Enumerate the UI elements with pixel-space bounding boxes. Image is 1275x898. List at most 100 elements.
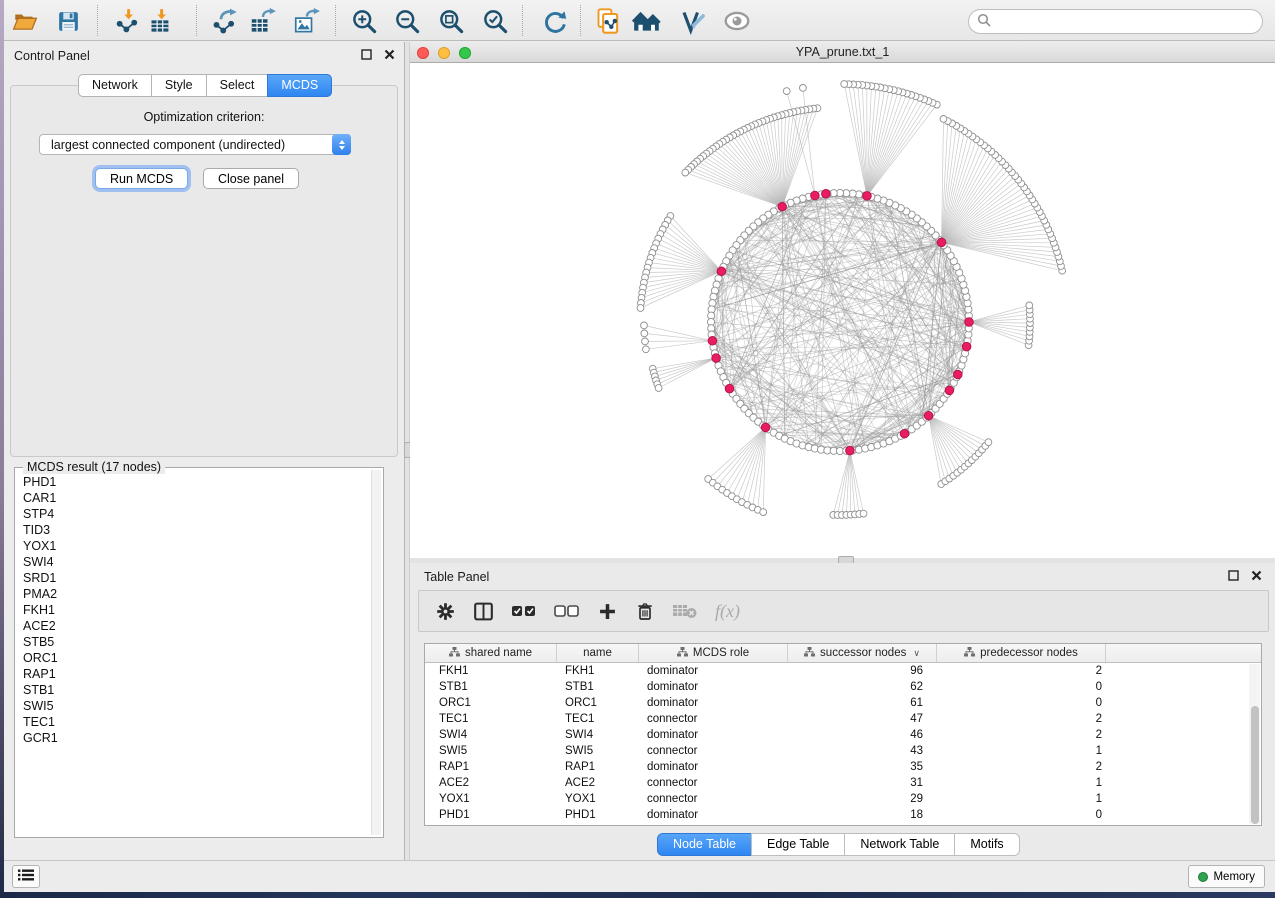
run-mcds-button[interactable]: Run MCDS xyxy=(95,168,188,189)
add-column-icon[interactable] xyxy=(597,596,618,626)
mcds-result-item[interactable]: FKH1 xyxy=(17,602,370,618)
table-row[interactable]: TEC1TEC1connector472 xyxy=(425,711,1261,727)
tab-network-table[interactable]: Network Table xyxy=(844,833,954,856)
memory-label: Memory xyxy=(1213,871,1255,883)
mcds-result-title: MCDS result (17 nodes) xyxy=(23,460,165,474)
refresh-view-icon[interactable] xyxy=(540,7,570,35)
table-row[interactable]: SWI5SWI5connector431 xyxy=(425,743,1261,759)
delete-table-icon[interactable] xyxy=(672,596,698,626)
table-row[interactable]: STB1STB1dominator620 xyxy=(425,679,1261,695)
tab-style[interactable]: Style xyxy=(151,74,206,97)
network-window-titlebar[interactable]: YPA_prune.txt_1 xyxy=(410,42,1275,63)
zoom-in-icon[interactable] xyxy=(349,7,379,35)
node-table: shared namenameMCDS rolesuccessor nodes∨… xyxy=(424,643,1262,826)
mcds-result-item[interactable]: SRD1 xyxy=(17,570,370,586)
tab-select[interactable]: Select xyxy=(206,74,268,97)
cell-predecessor-nodes: 1 xyxy=(937,793,1106,805)
memory-button[interactable]: Memory xyxy=(1188,865,1265,888)
open-file-icon[interactable] xyxy=(10,7,40,35)
export-table-icon[interactable] xyxy=(248,7,278,35)
import-network-icon[interactable] xyxy=(112,7,142,35)
tab-network[interactable]: Network xyxy=(78,74,151,97)
cell-MCDS-role: connector xyxy=(639,745,788,757)
table-scrollbar[interactable] xyxy=(1249,664,1260,824)
mcds-result-item[interactable]: TEC1 xyxy=(17,714,370,730)
network-overview-icon[interactable] xyxy=(632,7,662,35)
mcds-result-item[interactable]: SWI5 xyxy=(17,698,370,714)
search-input[interactable] xyxy=(997,15,1262,29)
tab-edge-table[interactable]: Edge Table xyxy=(751,833,844,856)
table-row[interactable]: SWI4SWI4dominator462 xyxy=(425,727,1261,743)
column-layout-icon[interactable] xyxy=(473,596,494,626)
zoom-out-icon[interactable] xyxy=(392,7,422,35)
table-row[interactable]: ACE2ACE2connector311 xyxy=(425,775,1261,791)
column-header-shared-name[interactable]: shared name xyxy=(425,644,557,662)
zoom-fit-icon[interactable] xyxy=(436,7,466,35)
function-builder-icon[interactable]: f(x) xyxy=(715,596,740,626)
column-header-successor-nodes[interactable]: successor nodes∨ xyxy=(788,644,937,662)
mcds-result-item[interactable]: GCR1 xyxy=(17,730,370,746)
table-row[interactable]: FKH1FKH1dominator962 xyxy=(425,663,1261,679)
cell-shared-name: SWI5 xyxy=(425,745,557,757)
table-row[interactable]: ORC1ORC1dominator610 xyxy=(425,695,1261,711)
export-network-icon[interactable] xyxy=(210,7,240,35)
select-all-columns-icon[interactable] xyxy=(511,596,537,626)
mcds-result-item[interactable]: STB1 xyxy=(17,682,370,698)
control-panel-tabs: NetworkStyleSelectMCDS xyxy=(78,74,332,97)
cell-name: PHD1 xyxy=(557,809,639,821)
desktop-wallpaper-bottom xyxy=(0,891,1275,898)
delete-column-icon[interactable] xyxy=(635,596,655,626)
mcds-result-item[interactable]: STB5 xyxy=(17,634,370,650)
mcds-result-item[interactable]: TID3 xyxy=(17,522,370,538)
mcds-result-item[interactable]: STP4 xyxy=(17,506,370,522)
tab-mcds[interactable]: MCDS xyxy=(267,74,332,97)
optimization-criterion-label: Optimization criterion: xyxy=(4,110,404,124)
vizmapper-icon[interactable] xyxy=(678,7,708,35)
column-label: predecessor nodes xyxy=(980,647,1078,659)
show-panels-menu-button[interactable] xyxy=(12,865,40,888)
float-panel-icon[interactable] xyxy=(359,48,373,62)
table-row[interactable]: YOX1YOX1connector291 xyxy=(425,791,1261,807)
network-canvas[interactable] xyxy=(410,63,1275,558)
mcds-result-item[interactable]: SWI4 xyxy=(17,554,370,570)
table-settings-icon[interactable] xyxy=(435,596,456,626)
cell-shared-name: TEC1 xyxy=(425,713,557,725)
table-row[interactable]: RAP1RAP1dominator352 xyxy=(425,759,1261,775)
cell-successor-nodes: 62 xyxy=(788,681,937,693)
tab-node-table[interactable]: Node Table xyxy=(657,833,751,856)
column-header-name[interactable]: name xyxy=(557,644,639,662)
close-panel-icon[interactable] xyxy=(1249,569,1263,583)
cell-successor-nodes: 96 xyxy=(788,665,937,677)
mcds-result-item[interactable]: ACE2 xyxy=(17,618,370,634)
import-table-icon[interactable] xyxy=(145,7,175,35)
deselect-all-columns-icon[interactable] xyxy=(554,596,580,626)
mcds-result-scrollbar[interactable] xyxy=(371,470,381,835)
optimization-criterion-select[interactable]: largest connected component (undirected) xyxy=(39,134,351,155)
mcds-result-item[interactable]: PMA2 xyxy=(17,586,370,602)
show-hide-graphic-details-icon[interactable] xyxy=(722,7,752,35)
close-panel-button[interactable]: Close panel xyxy=(203,168,299,189)
tab-motifs[interactable]: Motifs xyxy=(954,833,1019,856)
table-row[interactable]: PHD1PHD1dominator180 xyxy=(425,807,1261,823)
mcds-result-item[interactable]: RAP1 xyxy=(17,666,370,682)
save-session-icon[interactable] xyxy=(53,7,83,35)
mcds-result-item[interactable]: YOX1 xyxy=(17,538,370,554)
column-header-predecessor-nodes[interactable]: predecessor nodes xyxy=(937,644,1106,662)
network-graph[interactable] xyxy=(410,63,1275,558)
clone-network-icon[interactable] xyxy=(594,7,624,35)
zoom-selected-icon[interactable] xyxy=(480,7,510,35)
cell-shared-name: YOX1 xyxy=(425,793,557,805)
network-view-window: YPA_prune.txt_1 xyxy=(410,42,1275,558)
scrollbar-thumb[interactable] xyxy=(1251,706,1259,824)
export-image-icon[interactable] xyxy=(292,7,322,35)
cell-successor-nodes: 29 xyxy=(788,793,937,805)
mcds-result-item[interactable]: CAR1 xyxy=(17,490,370,506)
column-header-MCDS-role[interactable]: MCDS role xyxy=(639,644,788,662)
search-icon xyxy=(977,13,991,30)
cell-predecessor-nodes: 2 xyxy=(937,729,1106,741)
mcds-result-item[interactable]: PHD1 xyxy=(17,474,370,490)
float-panel-icon[interactable] xyxy=(1226,569,1240,583)
mcds-result-item[interactable]: ORC1 xyxy=(17,650,370,666)
close-panel-icon[interactable] xyxy=(382,48,396,62)
cell-successor-nodes: 47 xyxy=(788,713,937,725)
